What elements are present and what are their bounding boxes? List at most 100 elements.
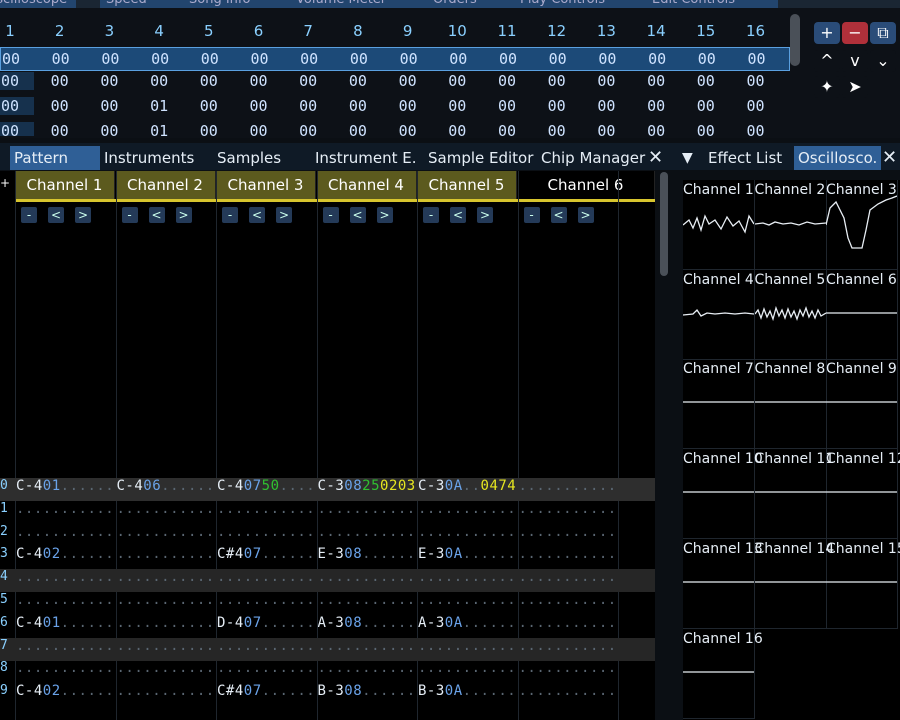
top-tab[interactable]: Orders xyxy=(427,0,519,8)
pattern-cell[interactable]: E-308...... xyxy=(318,546,418,562)
pointer-icon[interactable]: ➤ xyxy=(842,76,868,98)
mute-channel-button[interactable]: - xyxy=(222,207,238,223)
pattern-row[interactable]: 6 C-401................. D-407...... A-308.… xyxy=(0,615,655,638)
pattern-cell[interactable]: ........... xyxy=(16,569,116,585)
pattern-cell[interactable]: C-402...... xyxy=(16,546,116,562)
order-cell[interactable]: 00 xyxy=(534,50,582,68)
pattern-cell[interactable]: D-407...... xyxy=(217,615,317,631)
pattern-cell[interactable]: ........... xyxy=(16,501,116,517)
channel-header[interactable]: Channel 3 xyxy=(216,171,316,199)
tab-oscilloscope[interactable]: Oscillosco. xyxy=(794,146,882,170)
close-right-panel-button[interactable]: ✕ xyxy=(878,146,900,170)
order-cell[interactable]: 00 xyxy=(37,50,85,68)
pattern-editor[interactable]: + Channel 1 Channel 2 Channel 3 Channel 4 Ch… xyxy=(0,171,655,720)
tab-samples[interactable]: Samples xyxy=(213,146,285,170)
order-cell[interactable]: 00 xyxy=(483,97,531,115)
pattern-cell[interactable]: B-30A...... xyxy=(418,683,518,699)
order-cell[interactable]: 00 xyxy=(186,50,234,68)
order-cell[interactable]: 00 xyxy=(136,50,184,68)
tab-effect-list[interactable]: Effect List xyxy=(704,146,786,170)
channel-header[interactable]: Channel 4 xyxy=(316,171,417,199)
pattern-cell[interactable]: ........... xyxy=(217,569,317,585)
more-options-button[interactable]: ⌄ xyxy=(870,50,896,72)
order-cell[interactable]: 00 xyxy=(335,50,383,68)
add-order-button[interactable]: + xyxy=(814,22,840,44)
order-cell[interactable]: 00 xyxy=(235,97,283,115)
pattern-cell[interactable]: ........... xyxy=(418,638,518,654)
pattern-cell[interactable]: ........... xyxy=(418,569,518,585)
pattern-cell[interactable]: ........... xyxy=(418,524,518,540)
next-channel-button[interactable]: > xyxy=(477,207,493,223)
pattern-cell[interactable]: C-401...... xyxy=(16,478,116,494)
dock-menu-icon[interactable]: ▼ xyxy=(678,146,697,170)
pattern-cell[interactable]: ............. xyxy=(519,592,619,608)
prev-channel-button[interactable]: < xyxy=(48,207,64,223)
pattern-cell[interactable]: ........... xyxy=(117,546,217,562)
mute-channel-button[interactable]: - xyxy=(121,207,138,223)
remove-order-button[interactable]: − xyxy=(842,22,868,44)
prev-channel-button[interactable]: < xyxy=(349,207,366,223)
pattern-cell[interactable]: ........... xyxy=(418,660,518,676)
order-row[interactable]: 00 00 00 01 00 00 00 00 00 00 00 00 00 00 00 00 xyxy=(0,122,790,136)
pattern-row[interactable]: 1.......................................… xyxy=(0,501,655,524)
prev-channel-button[interactable]: < xyxy=(249,207,265,223)
pattern-cell[interactable]: ........... xyxy=(117,501,217,517)
pattern-cell[interactable]: C-401...... xyxy=(16,615,116,631)
channel-header[interactable]: Channel 6 xyxy=(517,171,655,199)
magic-icon[interactable]: ✦ xyxy=(814,76,840,98)
pattern-cell[interactable]: ............. xyxy=(519,524,619,540)
oscilloscope-channel[interactable]: Channel 7 xyxy=(683,359,755,450)
next-channel-button[interactable]: > xyxy=(577,207,594,223)
pattern-cell[interactable]: ............. xyxy=(519,546,619,562)
pattern-cell[interactable]: E-30A...... xyxy=(418,546,518,562)
order-cell[interactable]: 00 xyxy=(86,50,134,68)
order-cell[interactable]: 00 xyxy=(483,122,531,136)
pattern-cell[interactable]: C-40750.... xyxy=(217,478,317,494)
order-cell[interactable]: 00 xyxy=(36,72,84,90)
pattern-scrollbar[interactable] xyxy=(660,172,668,276)
pattern-row[interactable]: 3 C-402................. C#407...... E-308.… xyxy=(0,546,655,569)
pattern-row[interactable]: 9 C-402................. C#407...... B-308.… xyxy=(0,683,655,706)
pattern-cell[interactable]: ........... xyxy=(117,660,217,676)
order-cell[interactable]: 00 xyxy=(433,97,481,115)
mute-channel-button[interactable]: - xyxy=(21,207,37,223)
order-cell[interactable]: 00 xyxy=(434,50,482,68)
close-panel-button[interactable]: ✕ xyxy=(644,146,667,170)
oscilloscope-channel[interactable]: Channel 15 xyxy=(826,538,900,629)
order-cell[interactable]: 00 xyxy=(733,50,781,68)
oscilloscope-channel[interactable]: Channel 6 xyxy=(826,269,898,360)
order-cell[interactable]: 00 xyxy=(334,122,382,136)
order-row[interactable]: 00 00 00 00 00 00 00 00 00 00 00 00 00 00 00 00 xyxy=(0,47,790,71)
top-tab[interactable]: Edit Controls xyxy=(646,0,778,8)
order-row[interactable]: 00 00 00 01 00 00 00 00 00 00 00 00 00 00 00 00 xyxy=(0,97,790,121)
oscilloscope-channel[interactable]: Channel 2 xyxy=(754,180,827,270)
pattern-cell[interactable]: ............. xyxy=(519,615,619,631)
mute-channel-button[interactable]: - xyxy=(423,207,439,223)
order-cell[interactable]: 00 xyxy=(285,50,333,68)
pattern-cell[interactable]: C-308250203 xyxy=(318,478,418,494)
pattern-cell[interactable]: A-308...... xyxy=(318,615,418,631)
move-up-button[interactable]: ^ xyxy=(814,50,840,72)
order-cell[interactable]: 00 xyxy=(582,97,630,115)
pattern-cell[interactable]: ........... xyxy=(117,524,217,540)
order-cell[interactable]: 00 xyxy=(284,122,332,136)
mute-channel-button[interactable]: - xyxy=(322,207,339,223)
pattern-cell[interactable]: ........... xyxy=(217,524,317,540)
mute-channel-button[interactable]: - xyxy=(523,207,540,223)
pattern-cell[interactable]: ........... xyxy=(117,615,217,631)
pattern-cell[interactable]: ........... xyxy=(318,501,418,517)
top-tab[interactable]: Play Controls xyxy=(514,0,652,8)
order-cell[interactable]: 00 xyxy=(36,122,84,136)
order-cell[interactable]: 01 xyxy=(135,122,183,136)
order-cell[interactable]: 00 xyxy=(185,72,233,90)
add-channel-icon[interactable]: + xyxy=(0,176,10,190)
orders-scrollbar[interactable] xyxy=(790,14,800,66)
order-cell[interactable]: 00 xyxy=(633,50,681,68)
pattern-cell[interactable]: ........... xyxy=(117,569,217,585)
duplicate-order-button[interactable]: ⧉ xyxy=(870,22,896,44)
order-cell[interactable]: 00 xyxy=(732,122,780,136)
order-cell[interactable]: 00 xyxy=(185,122,233,136)
pattern-row[interactable]: 5.......................................… xyxy=(0,592,655,615)
pattern-cell[interactable]: ............. xyxy=(519,478,619,494)
order-cell[interactable]: 00 xyxy=(533,72,581,90)
